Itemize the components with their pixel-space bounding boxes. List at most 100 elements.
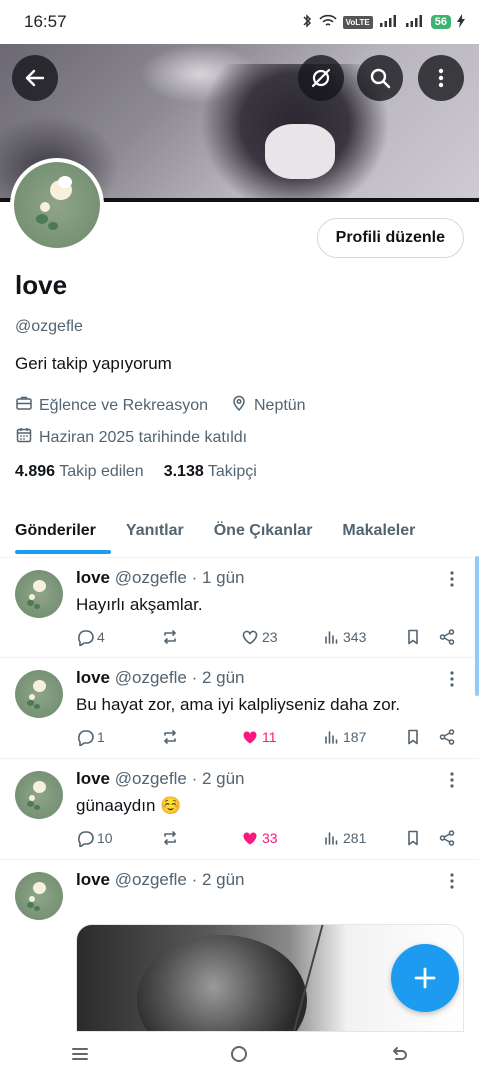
views-button[interactable]: 281	[322, 829, 366, 847]
following-link[interactable]: 4.896 Takip edilen	[15, 463, 144, 481]
reply-button[interactable]: 4	[76, 628, 105, 646]
tweet-header: love @ozgefle · 1 gün	[76, 568, 245, 588]
bookmark-icon	[408, 629, 418, 645]
tweet-header: love @ozgefle · 2 gün	[76, 769, 245, 789]
scrollbar[interactable]	[475, 556, 479, 696]
tweet-author-name[interactable]: love	[76, 769, 110, 788]
more-vertical-icon[interactable]	[445, 872, 459, 890]
profile-avatar[interactable]	[10, 158, 104, 252]
followers-label: Takipçi	[207, 463, 257, 480]
tweet-text: Hayırlı akşamlar.	[76, 595, 203, 614]
views-icon	[325, 832, 338, 845]
tweet-timestamp[interactable]: · 2 gün	[192, 668, 245, 687]
tweet-avatar[interactable]	[15, 771, 63, 819]
search-button[interactable]	[357, 55, 403, 101]
views-icon	[325, 631, 338, 644]
reply-count: 4	[97, 629, 105, 645]
arrow-left-icon	[25, 69, 45, 87]
like-button[interactable]: 33	[241, 829, 278, 847]
following-count: 4.896	[15, 463, 56, 480]
tweet-avatar[interactable]	[15, 872, 63, 920]
grok-button[interactable]	[298, 55, 344, 101]
tweet-author-name[interactable]: love	[76, 568, 110, 587]
heart-icon	[242, 630, 258, 645]
status-icons: VoLTE 56	[301, 13, 465, 31]
reply-count: 1	[97, 729, 105, 745]
bookmark-button[interactable]	[404, 829, 422, 847]
more-vertical-icon[interactable]	[445, 670, 459, 688]
view-count: 187	[343, 729, 367, 745]
heart-icon	[243, 731, 257, 744]
like-button[interactable]: 11	[241, 728, 277, 746]
more-vertical-icon[interactable]	[445, 771, 459, 789]
retweet-icon	[164, 730, 176, 744]
tweet-item[interactable]: love @ozgefle · 2 gün Bu hayat zor, ama i…	[0, 658, 479, 759]
status-time: 16:57	[24, 12, 67, 31]
reply-count: 10	[97, 830, 113, 846]
tweet-author-name[interactable]: love	[76, 668, 110, 687]
bookmark-button[interactable]	[404, 628, 422, 646]
followers-count: 3.138	[163, 463, 204, 480]
tab-replies[interactable]: Yanıtlar	[111, 508, 199, 554]
like-button[interactable]: 23	[241, 628, 278, 646]
share-icon	[439, 830, 455, 846]
tweet-header: love @ozgefle · 2 gün	[76, 870, 245, 890]
reply-button[interactable]: 10	[76, 829, 113, 847]
views-icon	[325, 731, 338, 744]
share-button[interactable]	[438, 628, 456, 646]
share-button[interactable]	[438, 829, 456, 847]
follow-stats: 4.896 Takip edilen 3.138 Takipçi	[15, 463, 257, 481]
search-icon	[370, 68, 391, 89]
home-circle-icon	[231, 1045, 248, 1062]
followers-link[interactable]: 3.138 Takipçi	[164, 463, 257, 481]
following-label: Takip edilen	[59, 463, 144, 480]
recent-apps-button[interactable]	[69, 1043, 91, 1070]
tweet-author-handle: @ozgefle	[114, 870, 187, 889]
tweet-author-handle: @ozgefle	[114, 568, 187, 587]
more-vertical-icon	[438, 68, 444, 88]
more-vertical-icon[interactable]	[445, 570, 459, 588]
tab-articles[interactable]: Makaleler	[327, 508, 430, 554]
status-bar: 16:57 VoLTE 56	[0, 0, 479, 44]
edit-profile-button[interactable]: Profili düzenle	[316, 218, 464, 258]
tweet-item[interactable]: love @ozgefle · 2 gün günaaydın ☺️ 10 33 281	[0, 759, 479, 860]
retweet-button[interactable]	[161, 829, 182, 847]
tweet-avatar[interactable]	[15, 570, 63, 618]
back-button[interactable]	[12, 55, 58, 101]
tweet-item[interactable]: love @ozgefle · 1 gün Hayırlı akşamlar. 4 2…	[0, 558, 479, 658]
calendar-icon	[15, 426, 33, 449]
tweet-timestamp[interactable]: · 2 gün	[192, 769, 245, 788]
profile-joined-row: Haziran 2025 tarihinde katıldı	[15, 426, 247, 449]
signal-icon	[379, 14, 399, 30]
bookmark-icon	[408, 729, 418, 745]
tweet-author-name[interactable]: love	[76, 870, 110, 889]
retweet-button[interactable]	[161, 728, 182, 746]
location-icon	[230, 394, 248, 417]
tab-posts[interactable]: Gönderiler	[0, 508, 111, 554]
back-arrow-icon	[393, 1046, 408, 1060]
wifi-icon	[319, 14, 337, 31]
battery-level: 56	[430, 15, 451, 29]
bookmark-button[interactable]	[404, 728, 422, 746]
more-options-button[interactable]	[418, 55, 464, 101]
tweet-timestamp[interactable]: · 2 gün	[192, 870, 245, 889]
reply-icon	[78, 630, 94, 646]
retweet-button[interactable]	[161, 628, 182, 646]
grok-icon	[311, 68, 331, 88]
bluetooth-icon	[301, 13, 313, 31]
compose-button[interactable]	[391, 944, 459, 1012]
views-button[interactable]: 343	[322, 628, 366, 646]
tab-highlights[interactable]: Öne Çıkanlar	[199, 508, 328, 554]
reply-button[interactable]: 1	[76, 728, 105, 746]
profile-handle: @ozgefle	[15, 318, 83, 335]
views-button[interactable]: 187	[322, 728, 366, 746]
profile-category: Eğlence ve Rekreasyon	[39, 396, 208, 414]
plus-icon	[414, 967, 436, 989]
tweet-timestamp[interactable]: · 1 gün	[192, 568, 245, 587]
system-back-button[interactable]	[388, 1043, 410, 1070]
profile-location: Neptün	[253, 396, 306, 414]
like-count: 11	[262, 729, 277, 745]
share-button[interactable]	[438, 728, 456, 746]
tweet-avatar[interactable]	[15, 670, 63, 718]
home-button[interactable]	[228, 1043, 250, 1070]
